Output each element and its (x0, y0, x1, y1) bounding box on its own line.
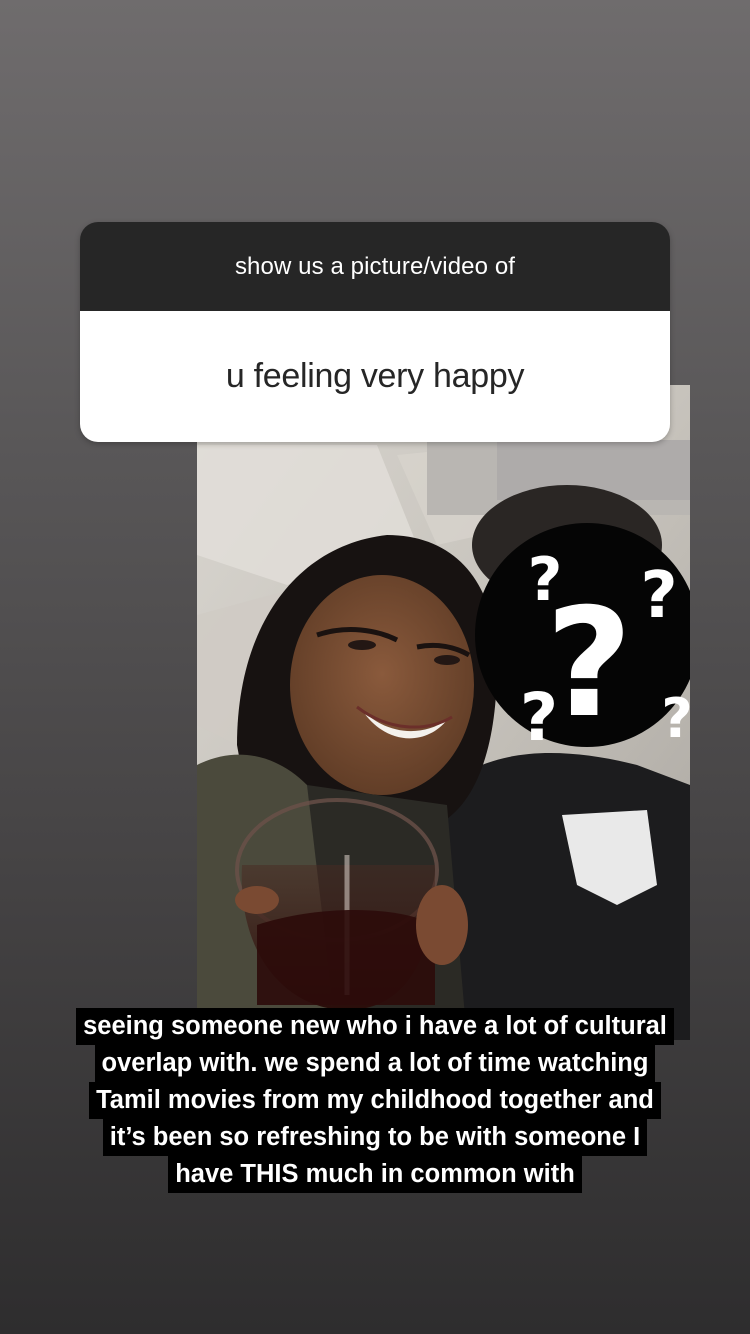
svg-text:?: ? (528, 545, 563, 615)
caption-line: it’s been so refreshing to be with someo… (102, 1119, 648, 1156)
caption-line: have THIS much in common with (168, 1156, 582, 1193)
story-view: ? ? ? ? ? show us a picture/video of u f… (0, 0, 750, 1334)
svg-text:?: ? (661, 687, 690, 750)
story-caption: seeing someone new who i have a lot of c… (0, 1008, 750, 1193)
svg-text:?: ? (640, 559, 677, 633)
question-sticker[interactable]: show us a picture/video of u feeling ver… (80, 222, 670, 442)
story-photo: ? ? ? ? ? (197, 385, 690, 1040)
caption-line: overlap with. we spend a lot of time wat… (94, 1045, 656, 1082)
question-answer: u feeling very happy (80, 311, 670, 442)
question-prompt: show us a picture/video of (80, 222, 670, 311)
caption-line: seeing someone new who i have a lot of c… (76, 1008, 674, 1045)
caption-line: Tamil movies from my childhood together … (89, 1082, 661, 1119)
svg-text:?: ? (520, 679, 558, 756)
